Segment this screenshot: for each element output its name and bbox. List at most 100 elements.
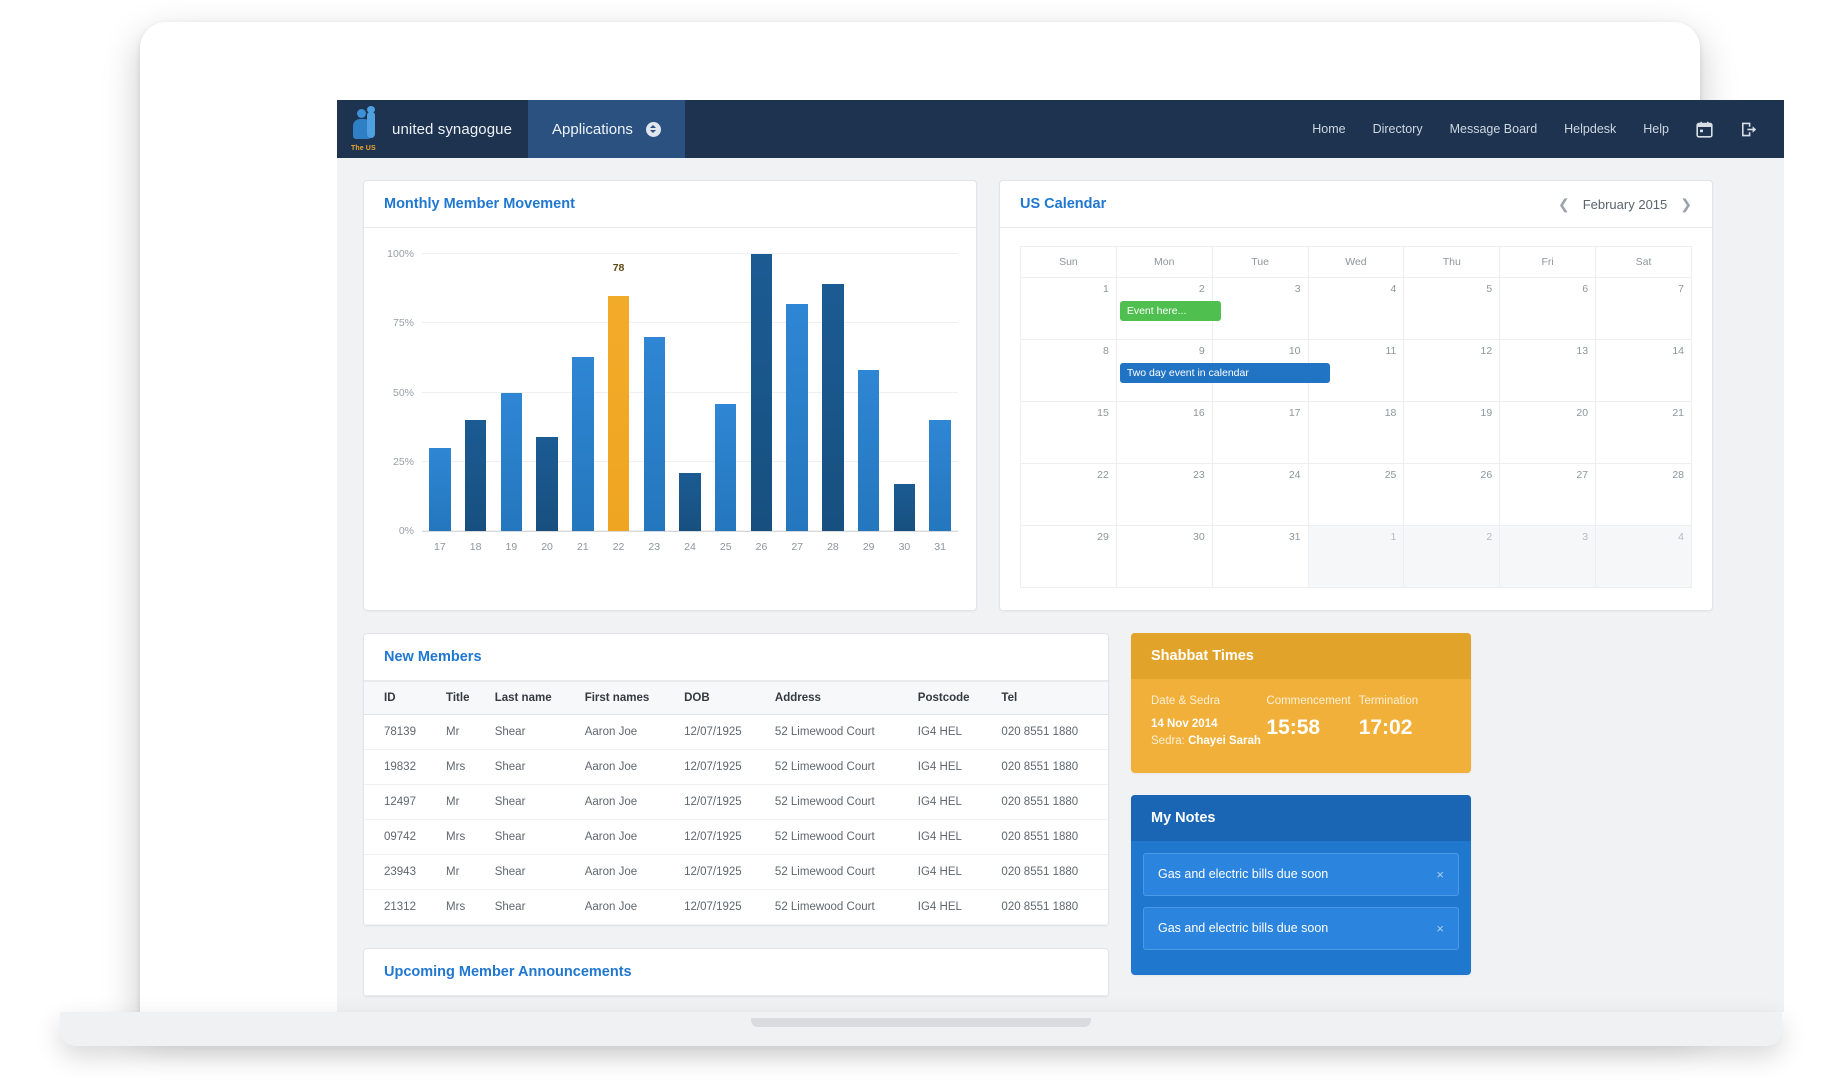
nav-link-home[interactable]: Home bbox=[1312, 122, 1345, 136]
chart-bar-slot bbox=[672, 254, 708, 531]
calendar-day-cell[interactable]: 15 bbox=[1020, 401, 1117, 464]
list-item[interactable]: Gas and electric bills due soon × bbox=[1143, 906, 1459, 950]
nav-link-help[interactable]: Help bbox=[1643, 122, 1669, 136]
table-row[interactable]: 23943 Mr Shear Aaron Joe 12/07/1925 52 Limewo… bbox=[364, 854, 1108, 890]
calendar-day-cell[interactable]: 25 bbox=[1307, 463, 1405, 526]
table-row[interactable]: 09742 Mrs Shear Aaron Joe 12/07/1925 52 Limew… bbox=[364, 819, 1108, 855]
calendar-day-cell[interactable]: 8 bbox=[1020, 339, 1117, 402]
calendar-day-cell[interactable]: 22 bbox=[1020, 463, 1117, 526]
calendar-weekday: Tue bbox=[1211, 246, 1309, 278]
calendar-day-number: 7 bbox=[1678, 283, 1684, 295]
calendar-day-cell[interactable]: 30 bbox=[1115, 525, 1213, 588]
calendar-day-number: 14 bbox=[1672, 345, 1684, 357]
chart-bar[interactable] bbox=[715, 403, 737, 531]
list-item[interactable]: Gas and electric bills due soon × bbox=[1143, 852, 1459, 896]
table-row[interactable]: 12497 Mr Shear Aaron Joe 12/07/1925 52 Limewo… bbox=[364, 784, 1108, 820]
calendar-day-cell[interactable]: 3 bbox=[1499, 525, 1597, 588]
chart-bar[interactable] bbox=[536, 436, 558, 531]
calendar-day-cell[interactable]: 7 bbox=[1595, 277, 1692, 340]
chart-bar[interactable] bbox=[893, 483, 916, 531]
calendar-day-cell[interactable]: 4 bbox=[1595, 525, 1692, 588]
calendar-day-cell[interactable]: 23 bbox=[1115, 463, 1213, 526]
calendar-day-cell[interactable]: 21 bbox=[1595, 401, 1692, 464]
calendar-day-cell[interactable]: 17 bbox=[1211, 401, 1309, 464]
close-icon[interactable]: × bbox=[1436, 867, 1444, 882]
table-cell: Mrs bbox=[438, 749, 487, 785]
table-cell: 12/07/1925 bbox=[676, 749, 767, 785]
calendar-icon[interactable] bbox=[1696, 121, 1713, 138]
chevron-left-icon[interactable]: ❮ bbox=[1558, 197, 1570, 211]
chart-bar[interactable] bbox=[822, 284, 844, 531]
calendar-day-cell[interactable]: 18 bbox=[1307, 401, 1405, 464]
calendar-day-cell[interactable]: 24 bbox=[1211, 463, 1309, 526]
chart-bar[interactable] bbox=[464, 420, 487, 531]
calendar-day-cell[interactable]: 19 bbox=[1403, 401, 1501, 464]
calendar-day-cell[interactable]: 26 bbox=[1403, 463, 1501, 526]
calendar-day-cell[interactable]: 3 bbox=[1211, 277, 1309, 340]
applications-dropdown[interactable]: Applications bbox=[528, 100, 685, 158]
shabbat-sedra-value: Sedra: Chayei Sarah bbox=[1151, 733, 1266, 750]
chart-x-tick-label: 31 bbox=[934, 541, 946, 553]
calendar-event[interactable]: Two day event in calendar bbox=[1119, 363, 1330, 383]
calendar-day-cell[interactable]: 14 bbox=[1595, 339, 1692, 402]
chart-x-tick-label: 26 bbox=[755, 541, 768, 553]
table-row[interactable]: 21312 Mrs Shear Aaron Joe 12/07/1925 52 Limew… bbox=[364, 889, 1108, 925]
chart-y-tick-label: 100% bbox=[387, 248, 414, 260]
chart-bar[interactable] bbox=[429, 447, 451, 531]
chart-bar[interactable] bbox=[857, 370, 880, 531]
calendar-day-number: 28 bbox=[1672, 469, 1684, 481]
chart-bar-slot bbox=[458, 254, 494, 531]
calendar-week-row: 29 30 31 1 2 3 4 bbox=[1020, 525, 1692, 588]
nav-link-helpdesk[interactable]: Helpdesk bbox=[1564, 122, 1616, 136]
calendar-day-cell[interactable]: 31 bbox=[1211, 525, 1309, 588]
table-cell: Shear bbox=[486, 854, 577, 890]
calendar-weekday-row: Sun Mon Tue Wed Thu Fri Sat bbox=[1020, 246, 1692, 278]
table-cell: 12/07/1925 bbox=[676, 889, 767, 925]
calendar-day-cell[interactable]: 2 bbox=[1403, 525, 1501, 588]
new-members-panel: New Members ID Title Last name First names D… bbox=[363, 633, 1109, 926]
chevron-right-icon[interactable]: ❯ bbox=[1680, 197, 1692, 211]
calendar-day-cell[interactable]: 28 bbox=[1595, 463, 1692, 526]
chart-bar[interactable] bbox=[929, 420, 951, 531]
table-row[interactable]: 78139 Mr Shear Aaron Joe 12/07/1925 52 Limewo… bbox=[364, 714, 1108, 750]
chart-bar[interactable] bbox=[679, 472, 701, 531]
nav-link-directory[interactable]: Directory bbox=[1373, 122, 1423, 136]
chart-bar[interactable] bbox=[750, 254, 773, 531]
chart-y-tick-label: 50% bbox=[392, 386, 414, 399]
table-row[interactable]: 19832 Mrs Shear Aaron Joe 12/07/1925 52 Limew… bbox=[364, 749, 1108, 785]
chart-x-tick-label: 22 bbox=[612, 541, 625, 553]
calendar-day-cell[interactable]: 6 bbox=[1499, 277, 1597, 340]
calendar-day-cell[interactable]: 27 bbox=[1499, 463, 1597, 526]
logout-icon[interactable] bbox=[1740, 121, 1758, 138]
calendar-day-cell[interactable]: 1 bbox=[1020, 277, 1117, 340]
chart-bar[interactable] bbox=[643, 337, 665, 531]
chart-bar[interactable] bbox=[572, 356, 594, 531]
device-screen: The US united synagogue Applications Hom… bbox=[337, 100, 1784, 1012]
calendar-day-cell[interactable]: 2 Event here... bbox=[1115, 277, 1221, 340]
chart-bar-slot bbox=[779, 254, 815, 531]
chart-bar[interactable] bbox=[786, 303, 808, 531]
nav-link-message-board[interactable]: Message Board bbox=[1450, 122, 1538, 136]
chart-bar[interactable] bbox=[500, 392, 523, 531]
chart-panel-header: Monthly Member Movement bbox=[364, 181, 976, 228]
calendar-day-cell[interactable]: 5 bbox=[1403, 277, 1501, 340]
calendar-day-cell[interactable]: 9 Two day event in calendar bbox=[1115, 339, 1330, 402]
calendar-day-cell[interactable]: 4 bbox=[1307, 277, 1405, 340]
chart-bar[interactable]: 78 bbox=[607, 262, 630, 531]
calendar-day-cell[interactable]: 12 bbox=[1403, 339, 1501, 402]
chart-bar-slot bbox=[851, 254, 887, 531]
table-cell: 020 8551 1880 bbox=[993, 854, 1108, 890]
calendar-body: Sun Mon Tue Wed Thu Fri Sat 1 2 Event here... 3 4 5… bbox=[1000, 228, 1712, 610]
calendar-day-cell[interactable]: 16 bbox=[1115, 401, 1213, 464]
calendar-event[interactable]: Event here... bbox=[1119, 301, 1221, 321]
brand-logo[interactable]: The US united synagogue bbox=[337, 100, 528, 158]
calendar-day-cell[interactable]: 20 bbox=[1499, 401, 1597, 464]
calendar-day-cell[interactable]: 29 bbox=[1020, 525, 1117, 588]
table-cell: Aaron Joe bbox=[576, 784, 677, 820]
calendar-day-number: 20 bbox=[1576, 407, 1589, 419]
calendar-day-cell[interactable]: 13 bbox=[1499, 339, 1597, 402]
calendar-week-row: 1 2 Event here... 3 4 5 6 7 bbox=[1020, 277, 1692, 340]
close-icon[interactable]: × bbox=[1436, 921, 1444, 936]
calendar-weekday: Sat bbox=[1595, 246, 1692, 278]
calendar-day-cell[interactable]: 1 bbox=[1307, 525, 1405, 588]
